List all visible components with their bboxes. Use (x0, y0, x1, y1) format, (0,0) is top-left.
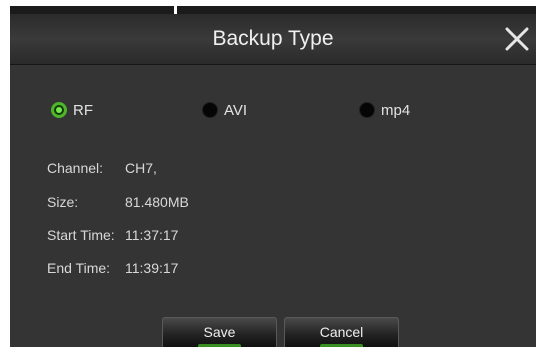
start-time-row: Start Time: 11:37:17 (47, 226, 347, 244)
channel-value: CH7, (125, 160, 157, 176)
radio-selected-icon[interactable] (51, 102, 67, 118)
size-label: Size: (47, 194, 79, 210)
end-time-value: 11:39:17 (125, 260, 179, 276)
start-time-value: 11:37:17 (125, 227, 179, 243)
cancel-button[interactable]: Cancel (284, 317, 399, 347)
channel-label: Channel: (47, 160, 104, 176)
top-background-strip (10, 0, 536, 14)
save-button[interactable]: Save (162, 317, 277, 347)
save-button-label: Save (203, 324, 236, 340)
format-option-mp4[interactable]: mp4 (359, 100, 410, 120)
top-strip-segment (10, 6, 174, 14)
dialog-title-bar: Backup Type (10, 14, 536, 65)
format-option-avi[interactable]: AVI (202, 100, 247, 120)
radio-unselected-icon[interactable] (359, 102, 375, 118)
format-option-label: AVI (224, 101, 248, 119)
format-option-label: RF (73, 101, 93, 119)
size-value: 81.480MB (125, 194, 189, 210)
size-row: Size: 81.480MB (47, 193, 347, 211)
radio-unselected-icon[interactable] (202, 102, 218, 118)
format-option-rf[interactable]: RF (51, 100, 93, 120)
end-time-row: End Time: 11:39:17 (47, 259, 347, 277)
cancel-button-label: Cancel (319, 324, 364, 340)
close-icon[interactable] (502, 24, 532, 54)
dialog-title: Backup Type (212, 27, 334, 50)
start-time-label: Start Time: (47, 227, 115, 243)
backup-type-dialog: Backup Type RF AVI mp4 Channel: CH7, Siz… (10, 14, 536, 347)
top-strip-segment (177, 6, 536, 14)
format-option-label: mp4 (381, 101, 411, 119)
channel-row: Channel: CH7, (47, 159, 347, 177)
end-time-label: End Time: (47, 260, 111, 276)
